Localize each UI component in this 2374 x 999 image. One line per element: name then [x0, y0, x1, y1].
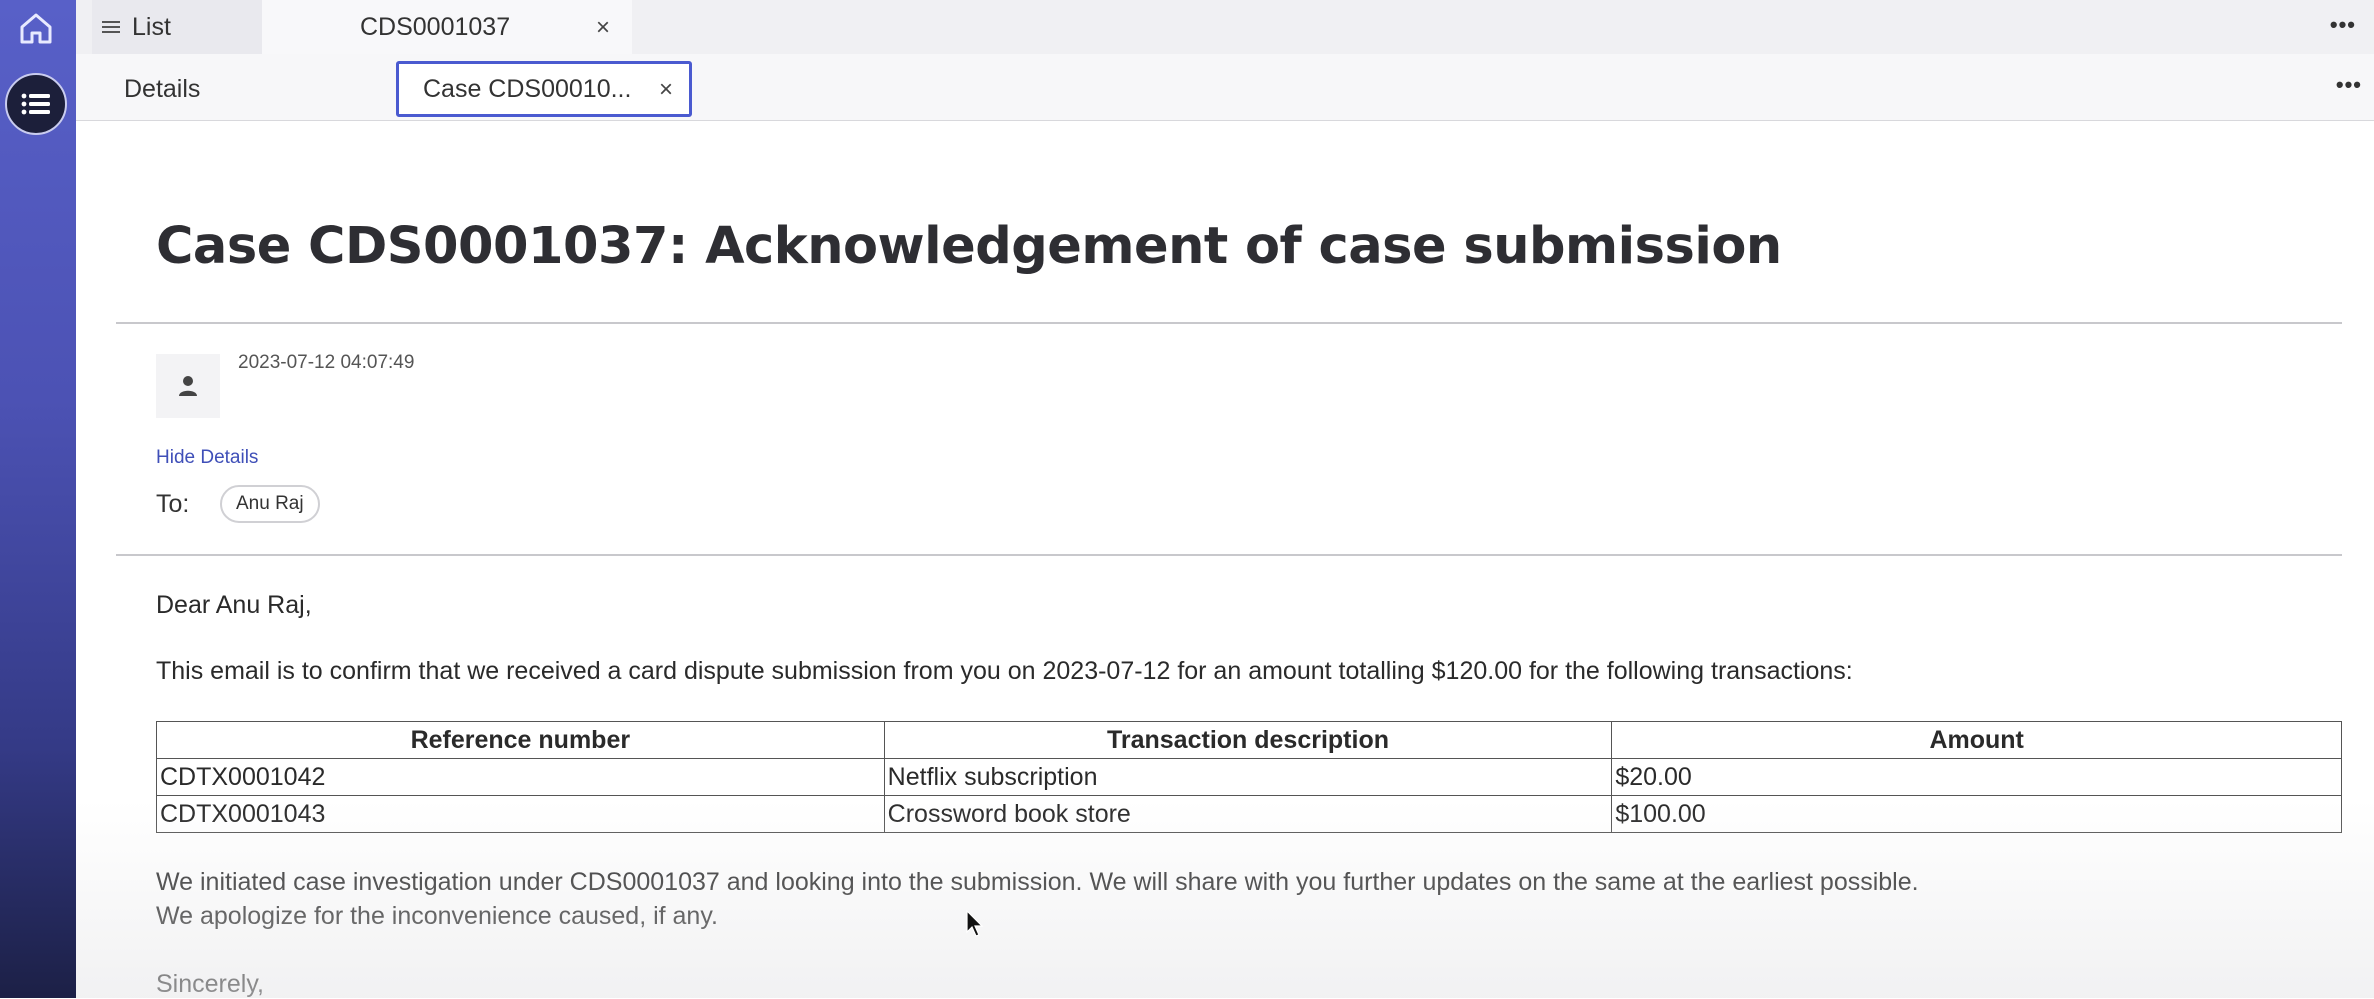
tab-case-email[interactable]: Case CDS00010... ×: [396, 61, 692, 117]
tab-list[interactable]: List: [92, 0, 262, 54]
column-header-description: Transaction description: [883, 721, 1613, 759]
tab-details-label: Details: [124, 74, 201, 103]
column-header-amount: Amount: [1611, 721, 2342, 759]
record-tab-bar: Details Case CDS00010... × •••: [76, 54, 2374, 121]
tab-details[interactable]: Details: [124, 62, 200, 116]
description-cell: Crossword book store: [883, 795, 1613, 833]
amount-cell: $20.00: [1611, 758, 2342, 796]
tab-list-label: List: [132, 12, 171, 41]
column-header-reference: Reference number: [156, 721, 885, 759]
transactions-table: Reference number Transaction description…: [156, 721, 2342, 833]
tab-case-record[interactable]: CDS0001037 ×: [262, 0, 632, 54]
table-row: CDTX0001043 Crossword book store $100.00: [156, 795, 2342, 833]
home-icon[interactable]: [14, 6, 58, 50]
sent-timestamp: 2023-07-12 04:07:49: [238, 352, 415, 373]
reference-cell: CDTX0001043: [156, 795, 885, 833]
list-menu-button[interactable]: [5, 73, 67, 135]
user-icon: [179, 376, 197, 396]
avatar: [156, 354, 220, 418]
recipient-chip[interactable]: Anu Raj: [220, 485, 320, 523]
reference-cell: CDTX0001042: [156, 758, 885, 796]
close-icon[interactable]: ×: [659, 76, 673, 104]
divider: [116, 554, 2342, 556]
mouse-pointer-icon: [966, 910, 984, 937]
hide-details-link[interactable]: Hide Details: [156, 447, 258, 469]
email-subject: Case CDS0001037: Acknowledgement of case…: [156, 217, 1782, 276]
hamburger-icon: [102, 21, 120, 33]
tab-case-record-label: CDS0001037: [360, 12, 511, 41]
divider: [116, 322, 2342, 324]
table-header-row: Reference number Transaction description…: [156, 721, 2342, 759]
more-options-icon[interactable]: •••: [2330, 12, 2356, 38]
close-icon[interactable]: ×: [596, 14, 610, 42]
to-label: To:: [156, 490, 190, 518]
more-options-icon[interactable]: •••: [2336, 72, 2362, 98]
list-icon: [21, 93, 50, 115]
navigation-rail: [0, 0, 76, 998]
body-text-apology: We apologize for the inconvenience cause…: [156, 902, 718, 930]
email-view: Case CDS0001037: Acknowledgement of case…: [76, 121, 2374, 998]
description-cell: Netflix subscription: [883, 758, 1613, 796]
intro-text: This email is to confirm that we receive…: [156, 657, 1853, 685]
amount-cell: $100.00: [1611, 795, 2342, 833]
greeting-text: Dear Anu Raj,: [156, 591, 312, 619]
body-text-investigation: We initiated case investigation under CD…: [156, 868, 1919, 896]
signoff-text: Sincerely,: [156, 970, 264, 998]
tab-case-email-label: Case CDS00010...: [423, 74, 632, 103]
workspace-tab-bar: List CDS0001037 × •••: [76, 0, 2374, 54]
table-row: CDTX0001042 Netflix subscription $20.00: [156, 758, 2342, 796]
